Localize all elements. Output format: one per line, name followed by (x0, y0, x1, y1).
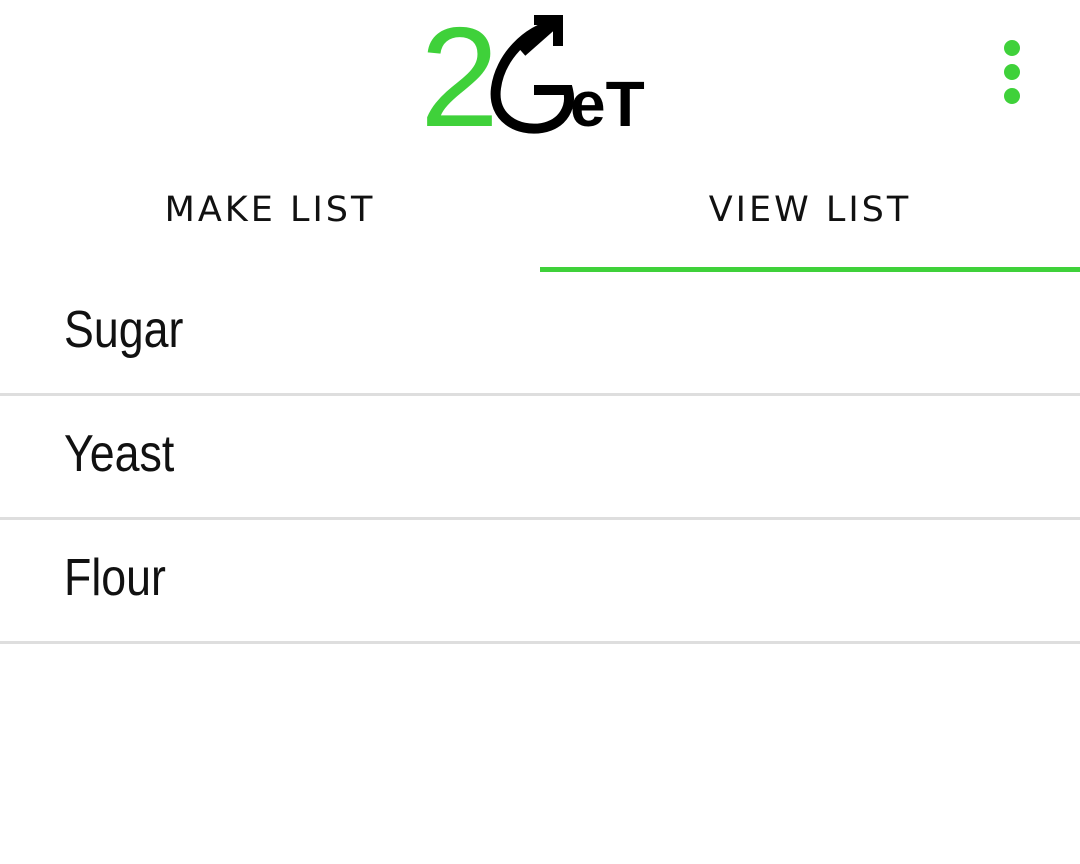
logo-wordmark-tail: eT (570, 68, 645, 138)
tab-view-list[interactable]: VIEW LIST (540, 150, 1080, 272)
more-vert-icon-dot (1004, 88, 1020, 104)
more-vert-icon-dot (1004, 64, 1020, 80)
app-bar: 2 eT (0, 0, 1080, 157)
tab-view-list-label: VIEW LIST (708, 189, 912, 230)
tab-make-list[interactable]: MAKE LIST (0, 150, 540, 272)
grocery-list: Sugar Yeast Flour (0, 272, 1080, 644)
list-item[interactable]: Flour (0, 520, 1080, 644)
more-vert-icon (1004, 40, 1020, 56)
app-logo: 2 eT (418, 0, 668, 157)
logo-digit: 2 (420, 10, 499, 138)
list-item-label: Yeast (64, 424, 175, 483)
tab-make-list-label: MAKE LIST (164, 189, 376, 230)
list-item[interactable]: Sugar (0, 272, 1080, 396)
list-item-label: Sugar (64, 300, 184, 359)
list-item[interactable]: Yeast (0, 396, 1080, 520)
list-item-label: Flour (64, 548, 166, 607)
overflow-menu-button[interactable] (986, 34, 1038, 110)
arrow-up-right-icon (490, 15, 574, 134)
app-screen: 2 eT MAKE LIST VIEW LIST Sugar Yeast Flo… (0, 0, 1080, 864)
tab-bar: MAKE LIST VIEW LIST (0, 150, 1080, 272)
